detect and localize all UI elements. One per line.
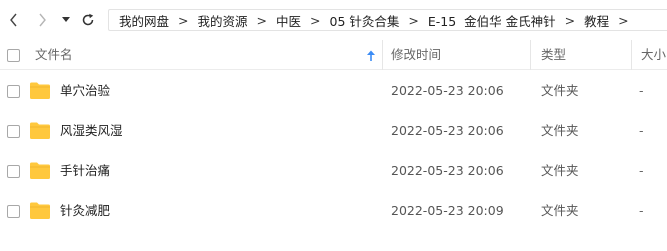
- breadcrumb-separator: >: [178, 12, 189, 28]
- folder-icon: [30, 162, 50, 179]
- file-size: -: [639, 83, 644, 98]
- file-modified: 2022-05-23 20:09: [391, 203, 504, 218]
- file-name: 单穴治验: [60, 83, 111, 98]
- breadcrumb-item-acupuncture-collection[interactable]: 05 针灸合集: [330, 11, 400, 30]
- breadcrumb-item-my-drive[interactable]: 我的网盘: [119, 11, 169, 30]
- caret-down-icon: [62, 17, 70, 22]
- breadcrumb-separator: >: [408, 12, 419, 28]
- file-modified: 2022-05-23 20:06: [391, 163, 504, 178]
- select-all-checkbox[interactable]: [7, 49, 20, 62]
- file-size: -: [639, 123, 644, 138]
- row-checkbox[interactable]: [7, 125, 20, 138]
- navigation-bar: 我的网盘 > 我的资源 > 中医 > 05 针灸合集 > E-15 金伯华 金氏…: [0, 0, 667, 40]
- row-checkbox[interactable]: [7, 205, 20, 218]
- chevron-left-icon: [10, 13, 17, 27]
- breadcrumb-separator: >: [256, 12, 267, 28]
- file-modified: 2022-05-23 20:06: [391, 83, 504, 98]
- file-type: 文件夹: [541, 203, 579, 218]
- breadcrumb-separator: >: [310, 12, 321, 28]
- column-header-modified[interactable]: 修改时间: [391, 40, 441, 70]
- file-name: 风湿类风湿: [60, 123, 123, 138]
- file-size: -: [639, 163, 644, 178]
- folder-icon: [30, 122, 50, 139]
- row-checkbox[interactable]: [7, 85, 20, 98]
- sort-ascending-icon[interactable]: [366, 50, 376, 62]
- column-divider[interactable]: [631, 40, 632, 70]
- chevron-right-icon: [39, 13, 46, 27]
- file-row[interactable]: 风湿类风湿 2022-05-23 20:06 文件夹 -: [0, 111, 667, 151]
- file-type: 文件夹: [541, 163, 579, 178]
- breadcrumb-item-chinese-medicine[interactable]: 中医: [276, 11, 301, 30]
- column-header-name[interactable]: 文件名: [35, 40, 73, 70]
- breadcrumb-item-e15[interactable]: E-15 金伯华 金氏神针: [428, 11, 556, 30]
- column-header-size[interactable]: 大小: [641, 40, 666, 70]
- file-row[interactable]: 手针治痛 2022-05-23 20:06 文件夹 -: [0, 151, 667, 191]
- history-dropdown-button[interactable]: [58, 10, 74, 30]
- file-name: 针灸减肥: [60, 203, 111, 218]
- folder-icon: [30, 202, 50, 219]
- breadcrumb-separator: >: [564, 12, 576, 28]
- breadcrumb-separator: >: [618, 12, 629, 28]
- column-header-type[interactable]: 类型: [541, 40, 566, 70]
- breadcrumb: 我的网盘 > 我的资源 > 中医 > 05 针灸合集 > E-15 金伯华 金氏…: [108, 9, 667, 31]
- row-checkbox[interactable]: [7, 165, 20, 178]
- refresh-icon: [82, 13, 94, 26]
- file-name: 手针治痛: [60, 163, 111, 178]
- breadcrumb-item-tutorial[interactable]: 教程: [584, 11, 609, 30]
- column-divider[interactable]: [530, 40, 531, 70]
- column-divider[interactable]: [382, 40, 383, 70]
- file-type: 文件夹: [541, 83, 579, 98]
- breadcrumb-item-my-resources[interactable]: 我的资源: [198, 11, 248, 30]
- file-size: -: [639, 203, 644, 218]
- forward-button[interactable]: [32, 10, 52, 30]
- file-type: 文件夹: [541, 123, 579, 138]
- back-button[interactable]: [4, 10, 24, 30]
- file-modified: 2022-05-23 20:06: [391, 123, 504, 138]
- file-row[interactable]: 针灸减肥 2022-05-23 20:09 文件夹 -: [0, 191, 667, 231]
- refresh-button[interactable]: [78, 10, 98, 30]
- file-list-header: 文件名 修改时间 类型 大小: [0, 40, 667, 70]
- folder-icon: [30, 82, 50, 99]
- file-row[interactable]: 单穴治验 2022-05-23 20:06 文件夹 -: [0, 71, 667, 111]
